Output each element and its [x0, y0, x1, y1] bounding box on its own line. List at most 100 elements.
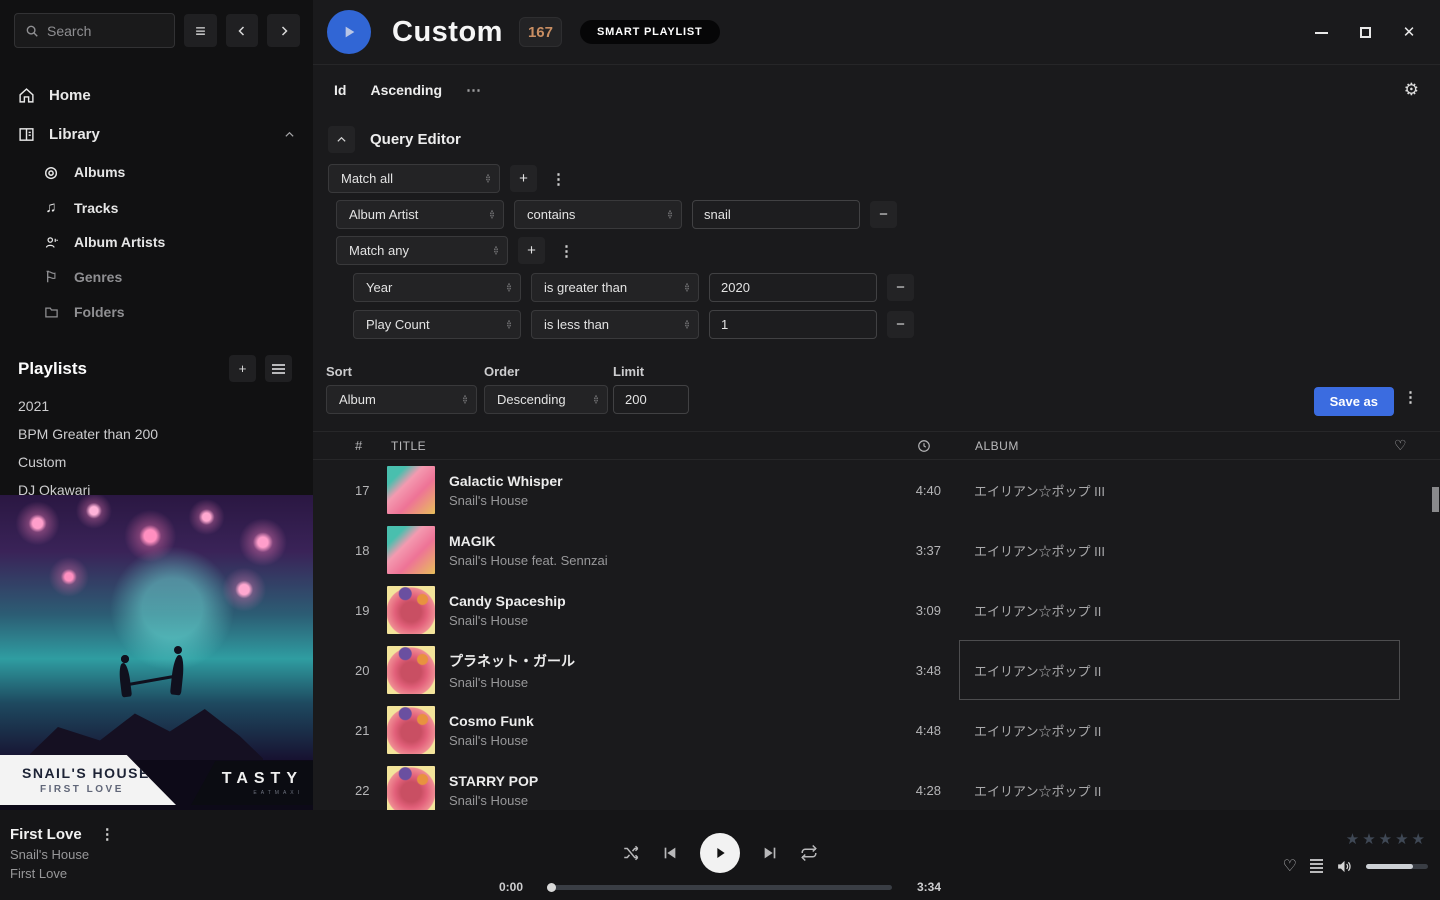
track-duration: 3:09: [877, 603, 941, 618]
sidebar: ≡ Home Library ◎ Albums ♫ Tracks: [0, 0, 313, 810]
star-icon[interactable]: ★: [1362, 830, 1375, 848]
page-title: Custom: [392, 16, 503, 49]
sidebar-item-album-artists[interactable]: Album Artists: [0, 225, 313, 259]
previous-button[interactable]: [662, 845, 678, 861]
sidebar-item-label: Albums: [74, 164, 125, 180]
rule-field-select[interactable]: Year ▵▿: [353, 273, 521, 302]
next-button[interactable]: [762, 845, 778, 861]
column-title[interactable]: TITLE: [391, 439, 426, 453]
minimize-button[interactable]: [1304, 16, 1338, 50]
sort-select[interactable]: Album ▵▿: [326, 385, 477, 414]
sort-direction-button[interactable]: Ascending: [370, 82, 442, 98]
match-mode-select[interactable]: Match any ▵▿: [336, 236, 508, 265]
sidebar-item-label: Album Artists: [74, 234, 165, 250]
shuffle-button[interactable]: [622, 844, 640, 862]
column-number[interactable]: #: [355, 438, 391, 453]
elapsed-time: 0:00: [499, 880, 533, 894]
playlist-item[interactable]: BPM Greater than 200: [0, 420, 313, 448]
sidebar-item-folders[interactable]: Folders: [0, 295, 313, 329]
rule-field-select[interactable]: Play Count ▵▿: [353, 310, 521, 339]
rule-value-input[interactable]: [709, 310, 877, 339]
remove-rule-button[interactable]: −: [887, 311, 914, 338]
music-note-icon: ♫: [42, 199, 60, 216]
volume-button[interactable]: [1336, 858, 1353, 875]
track-row[interactable]: 21 Cosmo FunkSnail's House 4:48 エイリアン☆ポッ…: [313, 700, 1440, 760]
column-album[interactable]: ALBUM: [975, 439, 1019, 453]
track-row[interactable]: 17 Galactic WhisperSnail's House 4:40 エイ…: [313, 460, 1440, 520]
sidebar-item-label: Folders: [74, 304, 125, 320]
limit-input[interactable]: [613, 385, 689, 414]
star-icon[interactable]: ★: [1346, 830, 1359, 848]
save-as-button[interactable]: Save as: [1314, 387, 1394, 416]
library-icon: [18, 126, 35, 143]
sidebar-item-albums[interactable]: ◎ Albums: [0, 154, 313, 190]
chevron-right-icon: [278, 25, 290, 37]
star-icon[interactable]: ★: [1395, 830, 1408, 848]
queue-button[interactable]: [1310, 859, 1323, 873]
order-select[interactable]: Descending ▵▿: [484, 385, 608, 414]
play-pause-button[interactable]: [700, 833, 740, 873]
query-menu-button[interactable]: ⋮: [1399, 388, 1422, 406]
favorite-heart-icon[interactable]: ♡: [1283, 856, 1297, 876]
track-artist: Snail's House: [449, 675, 877, 690]
seek-bar[interactable]: [548, 885, 892, 890]
hamburger-icon: ≡: [195, 22, 206, 40]
select-arrows-icon: ▵▿: [507, 283, 511, 293]
add-playlist-button[interactable]: +: [229, 355, 256, 382]
play-playlist-button[interactable]: [327, 10, 371, 54]
favorite-heart-icon[interactable]: ♡: [1394, 437, 1407, 454]
rule-operator-select[interactable]: is less than ▵▿: [531, 310, 699, 339]
track-row[interactable]: 18 MAGIKSnail's House feat. Sennzai 3:37…: [313, 520, 1440, 580]
add-rule-button[interactable]: +: [518, 237, 545, 264]
nav-forward-button[interactable]: [267, 14, 300, 47]
now-playing-menu-button[interactable]: ⋮: [96, 825, 119, 843]
playlist-item[interactable]: 2021: [0, 392, 313, 420]
select-arrows-icon: ▵▿: [490, 210, 494, 220]
sidebar-item-tracks[interactable]: ♫ Tracks: [0, 190, 313, 225]
maximize-button[interactable]: [1348, 16, 1382, 50]
track-title: STARRY POP: [449, 773, 877, 789]
remove-rule-button[interactable]: −: [870, 201, 897, 228]
repeat-button[interactable]: [800, 844, 818, 862]
track-artist: Snail's House feat. Sennzai: [449, 553, 877, 568]
rule-value-input[interactable]: [709, 273, 877, 302]
play-icon: [341, 24, 357, 40]
search-box[interactable]: [14, 13, 175, 48]
close-button[interactable]: ✕: [1392, 16, 1426, 50]
sidebar-item-library[interactable]: Library: [0, 115, 313, 154]
group-menu-button[interactable]: ⋮: [547, 170, 570, 188]
playlist-list-button[interactable]: [265, 355, 292, 382]
order-label: Order: [484, 364, 613, 379]
duration-clock-icon[interactable]: [917, 439, 931, 453]
rule-value-input[interactable]: [692, 200, 860, 229]
plus-icon: +: [527, 242, 536, 259]
scrollbar-thumb[interactable]: [1432, 487, 1439, 512]
queue-icon: [1310, 859, 1323, 873]
track-row[interactable]: 20 プラネット・ガールSnail's House 3:48 エイリアン☆ポップ…: [313, 640, 1440, 700]
rule-operator-select[interactable]: contains ▵▿: [514, 200, 682, 229]
rule-operator-select[interactable]: is greater than ▵▿: [531, 273, 699, 302]
sidebar-item-home[interactable]: Home: [0, 76, 313, 115]
rule-field-select[interactable]: Album Artist ▵▿: [336, 200, 504, 229]
star-icon[interactable]: ★: [1412, 830, 1425, 848]
sort-field-button[interactable]: Id: [334, 82, 346, 98]
track-row[interactable]: 19 Candy SpaceshipSnail's House 3:09 エイリ…: [313, 580, 1440, 640]
match-mode-select[interactable]: Match all ▵▿: [328, 164, 500, 193]
search-input[interactable]: [47, 23, 164, 39]
settings-gear-icon[interactable]: ⚙: [1404, 80, 1419, 100]
group-menu-button[interactable]: ⋮: [555, 242, 578, 260]
menu-button[interactable]: ≡: [184, 14, 217, 47]
player-right-controls: ♡: [1283, 856, 1428, 876]
add-rule-button[interactable]: +: [510, 165, 537, 192]
volume-slider[interactable]: [1366, 864, 1428, 869]
sidebar-item-genres[interactable]: ⚐ Genres: [0, 259, 313, 295]
star-icon[interactable]: ★: [1379, 830, 1392, 848]
nav-back-button[interactable]: [226, 14, 259, 47]
track-album: エイリアン☆ポップ II: [969, 580, 1400, 640]
collapse-query-editor-button[interactable]: [328, 126, 355, 153]
remove-rule-button[interactable]: −: [887, 274, 914, 301]
seek-thumb[interactable]: [547, 883, 556, 892]
toolbar-more-button[interactable]: ⋯: [466, 81, 482, 99]
track-album-focused-cell[interactable]: エイリアン☆ポップ II: [959, 640, 1400, 700]
playlist-item[interactable]: Custom: [0, 448, 313, 476]
